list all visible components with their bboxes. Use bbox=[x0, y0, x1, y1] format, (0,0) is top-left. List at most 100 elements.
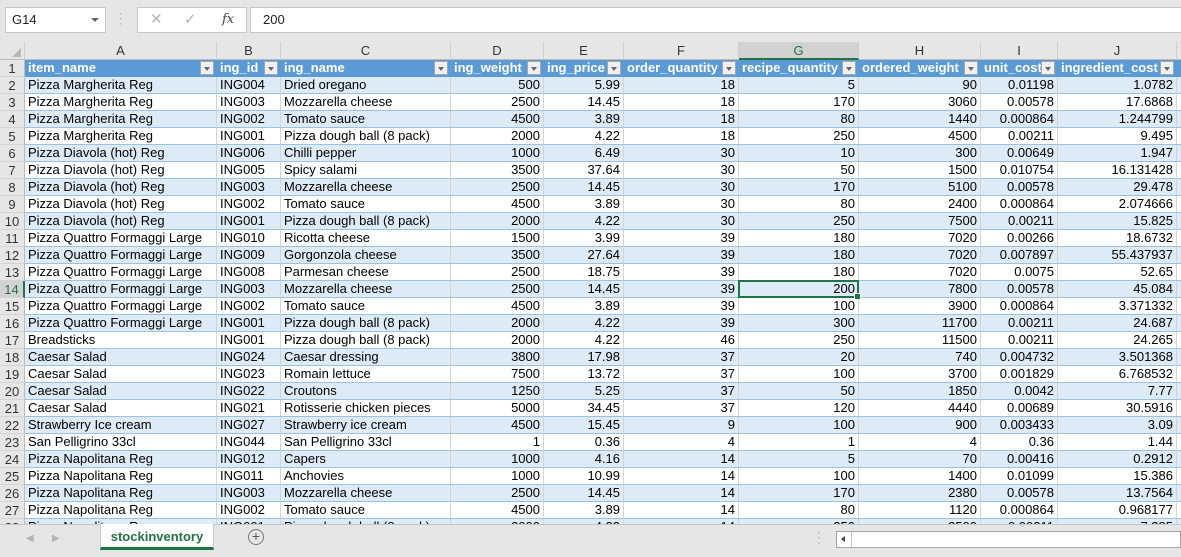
cell[interactable]: 2380 bbox=[859, 485, 981, 502]
cell[interactable]: Pizza Quattro Formaggi Large bbox=[25, 281, 217, 298]
cell[interactable]: 15.825 bbox=[1058, 213, 1177, 230]
horizontal-scrollbar[interactable] bbox=[836, 531, 1181, 548]
cell[interactable]: 4440 bbox=[859, 400, 981, 417]
cell[interactable]: 37 bbox=[624, 366, 739, 383]
cell[interactable]: 0.00266 bbox=[981, 230, 1058, 247]
cell[interactable]: 1 bbox=[451, 434, 544, 451]
cell[interactable]: Croutons bbox=[281, 383, 451, 400]
cell[interactable]: 7500 bbox=[859, 213, 981, 230]
cell[interactable] bbox=[1177, 383, 1181, 400]
cell[interactable]: Pizza Diavola (hot) Reg bbox=[25, 162, 217, 179]
cell[interactable]: 1500 bbox=[859, 162, 981, 179]
cell[interactable]: Caesar Salad bbox=[25, 383, 217, 400]
cell[interactable]: 55.437937 bbox=[1058, 247, 1177, 264]
row-header[interactable]: 11 bbox=[0, 230, 25, 247]
cell[interactable]: 100 bbox=[739, 298, 859, 315]
cell[interactable]: Mozzarella cheese bbox=[281, 485, 451, 502]
cell[interactable]: 0.36 bbox=[981, 434, 1058, 451]
cell[interactable]: Pizza Margherita Reg bbox=[25, 77, 217, 94]
cell[interactable]: 18 bbox=[624, 94, 739, 111]
tab-split-handle-icon[interactable]: · · · bbox=[817, 528, 821, 549]
cell[interactable]: 2000 bbox=[451, 128, 544, 145]
cell[interactable]: 30 bbox=[624, 179, 739, 196]
cell[interactable] bbox=[1177, 315, 1181, 332]
cell[interactable]: ING002 bbox=[217, 502, 281, 519]
cell[interactable]: 2.074666 bbox=[1058, 196, 1177, 213]
column-filter-header[interactable]: ordered_weight bbox=[859, 60, 981, 77]
cell[interactable]: 200 bbox=[739, 281, 859, 298]
sheet-tab-stockinventory[interactable]: stockinventory bbox=[100, 524, 214, 550]
scroll-left-icon[interactable] bbox=[837, 532, 852, 547]
cell[interactable]: Pizza dough ball (8 pack) bbox=[281, 213, 451, 230]
drag-handle-icon[interactable]: · · · bbox=[119, 9, 123, 30]
cell[interactable]: 120 bbox=[739, 400, 859, 417]
cell[interactable] bbox=[1177, 502, 1181, 519]
cell[interactable]: 80 bbox=[739, 196, 859, 213]
cell[interactable]: 0.00578 bbox=[981, 94, 1058, 111]
cell[interactable]: 90 bbox=[859, 77, 981, 94]
cell[interactable]: 45.084 bbox=[1058, 281, 1177, 298]
cell[interactable]: 3.371332 bbox=[1058, 298, 1177, 315]
cell[interactable]: 5.99 bbox=[544, 77, 624, 94]
cell[interactable]: ING012 bbox=[217, 451, 281, 468]
cell[interactable] bbox=[1177, 179, 1181, 196]
column-header-c[interactable]: C bbox=[281, 42, 451, 60]
cell[interactable]: 14.45 bbox=[544, 281, 624, 298]
cell[interactable]: Pizza Napolitana Reg bbox=[25, 502, 217, 519]
cell[interactable]: 5 bbox=[739, 77, 859, 94]
row-header[interactable]: 12 bbox=[0, 247, 25, 264]
cell[interactable] bbox=[1177, 196, 1181, 213]
cell[interactable]: Pizza Quattro Formaggi Large bbox=[25, 230, 217, 247]
cell[interactable]: Pizza Napolitana Reg bbox=[25, 451, 217, 468]
cell[interactable]: ING001 bbox=[217, 315, 281, 332]
cell[interactable] bbox=[1177, 298, 1181, 315]
row-header[interactable]: 10 bbox=[0, 213, 25, 230]
cell[interactable]: 3.89 bbox=[544, 111, 624, 128]
cell[interactable]: 0.000864 bbox=[981, 111, 1058, 128]
cell[interactable]: Caesar Salad bbox=[25, 400, 217, 417]
cell[interactable]: 10.99 bbox=[544, 468, 624, 485]
column-filter-header[interactable]: item_name bbox=[25, 60, 217, 77]
column-filter-header[interactable]: order_quantity bbox=[624, 60, 739, 77]
cell[interactable]: 0.0042 bbox=[981, 383, 1058, 400]
cell[interactable]: Pizza Quattro Formaggi Large bbox=[25, 315, 217, 332]
cell[interactable]: 0.00211 bbox=[981, 315, 1058, 332]
cell[interactable]: Pizza Margherita Reg bbox=[25, 128, 217, 145]
cell[interactable]: 0.0075 bbox=[981, 264, 1058, 281]
cell[interactable]: Rotisserie chicken pieces bbox=[281, 400, 451, 417]
cell[interactable]: 0.2912 bbox=[1058, 451, 1177, 468]
row-header[interactable]: 14 bbox=[0, 281, 25, 298]
column-header-g[interactable]: G bbox=[739, 42, 859, 60]
cell[interactable]: 4500 bbox=[451, 298, 544, 315]
cell[interactable]: 46 bbox=[624, 332, 739, 349]
filter-dropdown-icon[interactable] bbox=[607, 61, 621, 75]
cell[interactable]: ING002 bbox=[217, 111, 281, 128]
row-header[interactable]: 6 bbox=[0, 145, 25, 162]
cell[interactable]: 180 bbox=[739, 264, 859, 281]
cell[interactable]: 1440 bbox=[859, 111, 981, 128]
cell[interactable]: 30 bbox=[624, 213, 739, 230]
cell[interactable]: ING002 bbox=[217, 298, 281, 315]
row-header[interactable]: 5 bbox=[0, 128, 25, 145]
cell[interactable]: 6.768532 bbox=[1058, 366, 1177, 383]
cell[interactable]: 1000 bbox=[451, 145, 544, 162]
cell[interactable]: 0.01198 bbox=[981, 77, 1058, 94]
cell[interactable]: 13.7564 bbox=[1058, 485, 1177, 502]
cell[interactable]: 250 bbox=[739, 128, 859, 145]
cell[interactable]: 80 bbox=[739, 502, 859, 519]
cell[interactable]: ING010 bbox=[217, 230, 281, 247]
column-filter-header[interactable]: ingredient_cost bbox=[1058, 60, 1177, 77]
cell[interactable]: 80 bbox=[739, 111, 859, 128]
cell[interactable]: ING006 bbox=[217, 145, 281, 162]
cell[interactable]: 0.968177 bbox=[1058, 502, 1177, 519]
cell[interactable]: 1250 bbox=[451, 383, 544, 400]
cell[interactable]: 30 bbox=[624, 145, 739, 162]
cell[interactable]: Pizza dough ball (8 pack) bbox=[281, 128, 451, 145]
name-box[interactable]: G14 bbox=[5, 7, 106, 33]
cell[interactable]: Pizza dough ball (8 pack) bbox=[281, 315, 451, 332]
cell[interactable]: ING044 bbox=[217, 434, 281, 451]
cell[interactable] bbox=[1177, 94, 1181, 111]
cell[interactable]: Breadsticks bbox=[25, 332, 217, 349]
cell[interactable]: 17.6868 bbox=[1058, 94, 1177, 111]
spreadsheet-grid[interactable]: ABCDEFGHIJ 1 item_name ing_id ing_name ing_w… bbox=[0, 42, 1181, 524]
